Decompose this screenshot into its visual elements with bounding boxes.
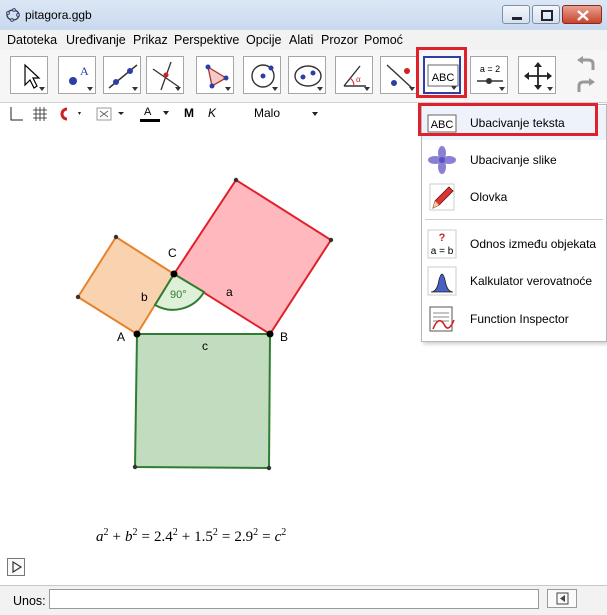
menu-item-pen[interactable]: Olovka xyxy=(422,180,606,214)
menu-item-function-inspector[interactable]: Function Inspector xyxy=(422,302,606,336)
title-bar: pitagora.ggb xyxy=(0,0,607,31)
angle-label: 90° xyxy=(170,289,187,301)
vertex-red-2[interactable] xyxy=(328,237,334,243)
italic-button[interactable]: K xyxy=(208,106,216,120)
point-label-a: A xyxy=(117,330,125,344)
font-size-select[interactable]: Malo xyxy=(254,105,324,123)
svg-text:α: α xyxy=(356,74,361,84)
move-graphics-tool-button[interactable] xyxy=(518,56,556,94)
undo-button[interactable] xyxy=(574,54,598,74)
vertex-red-1[interactable] xyxy=(233,177,239,183)
menu-item-insert-image[interactable]: Ubacivanje slike xyxy=(422,143,606,177)
text-color-button[interactable]: A xyxy=(140,105,174,123)
conic-tool-button[interactable] xyxy=(288,56,326,94)
input-label: Unos: xyxy=(13,594,46,608)
menu-perspektive[interactable]: Perspektive xyxy=(174,33,239,47)
input-field[interactable] xyxy=(49,589,539,609)
side-label-a: a xyxy=(226,285,233,299)
close-button[interactable] xyxy=(562,5,602,24)
angle-tool-button[interactable]: α xyxy=(335,56,373,94)
axes-icon[interactable] xyxy=(8,106,24,122)
play-button[interactable] xyxy=(7,558,25,576)
redo-icon xyxy=(577,78,595,92)
window-title: pitagora.ggb xyxy=(25,8,92,22)
image-flower-icon xyxy=(428,146,456,174)
vertex-orange-2[interactable] xyxy=(75,294,81,300)
chevron-down-icon xyxy=(163,111,169,115)
menu-alati[interactable]: Alati xyxy=(289,33,313,47)
vertex-green-1[interactable] xyxy=(266,465,272,471)
polygon-tool-button[interactable] xyxy=(196,56,234,94)
svg-text:A: A xyxy=(80,64,89,78)
pythagoras-formula: a2 + b2 = 2.42 +1.52 = 2.92 = c2 xyxy=(96,527,286,545)
menu-item-label: Odnos između objekata xyxy=(470,237,597,251)
square-on-side-b[interactable] xyxy=(76,235,176,336)
point-label-c: C xyxy=(168,246,177,260)
font-size-value: Malo xyxy=(254,106,281,120)
magnet-snap-icon[interactable] xyxy=(56,106,82,122)
bold-button[interactable]: M xyxy=(184,106,194,120)
perpendicular-tool-button[interactable] xyxy=(146,56,184,94)
point-style-icon[interactable] xyxy=(96,106,126,122)
pen-icon xyxy=(429,183,455,211)
menu-datoteka[interactable]: Datoteka xyxy=(7,33,57,47)
chevron-down-icon xyxy=(312,112,318,116)
play-icon xyxy=(12,560,23,574)
selected-item-highlight xyxy=(418,103,598,136)
geogebra-app-icon xyxy=(6,8,20,22)
undo-icon xyxy=(577,56,595,70)
point-tool-button[interactable]: A xyxy=(58,56,96,94)
svg-text:?: ? xyxy=(439,232,446,244)
text-color-swatch xyxy=(140,119,160,122)
menu-bar: Datoteka Uređivanje Prikaz Perspektive O… xyxy=(0,30,607,50)
minimize-button[interactable] xyxy=(502,5,530,24)
point-a[interactable] xyxy=(133,330,141,338)
square-on-side-a[interactable] xyxy=(172,178,333,336)
vertex-orange-1[interactable] xyxy=(113,234,119,240)
slider-tool-button[interactable]: a = 2 xyxy=(470,56,508,94)
square-on-side-c[interactable] xyxy=(133,333,272,470)
svg-text:a = 2: a = 2 xyxy=(480,64,500,74)
grid-icon[interactable] xyxy=(32,106,48,122)
side-label-b: b xyxy=(141,290,148,304)
menu-item-relation[interactable]: ? a = b Odnos između objekata xyxy=(422,227,606,261)
redo-button[interactable] xyxy=(574,76,598,96)
menu-prozor[interactable]: Prozor xyxy=(321,33,358,47)
input-bar: Unos: xyxy=(0,585,607,615)
menu-prikaz[interactable]: Prikaz xyxy=(133,33,168,47)
menu-item-label: Olovka xyxy=(470,190,508,204)
probability-icon xyxy=(427,266,457,296)
menu-uredivanje[interactable]: Uređivanje xyxy=(66,33,126,47)
point-label-b: B xyxy=(280,330,288,344)
text-tool-highlight xyxy=(416,47,467,98)
function-inspector-icon xyxy=(429,306,455,332)
menu-item-label: Kalkulator verovatnoće xyxy=(470,274,593,288)
menu-item-label: Function Inspector xyxy=(470,312,569,326)
reflect-tool-button[interactable] xyxy=(380,56,418,94)
line-tool-button[interactable] xyxy=(103,56,141,94)
menu-separator xyxy=(425,219,603,220)
point-b[interactable] xyxy=(266,330,274,338)
point-c[interactable] xyxy=(170,270,178,278)
text-tools-dropdown: ABC Ubacivanje teksta Ubacivanje slike O… xyxy=(421,104,607,342)
maximize-button[interactable] xyxy=(532,5,560,24)
svg-text:a = b: a = b xyxy=(431,246,454,257)
menu-pomoc[interactable]: Pomoć xyxy=(364,33,403,47)
vertex-green-2[interactable] xyxy=(132,464,138,470)
toolbar: A α ABC a = 2 xyxy=(0,47,607,103)
input-help-button[interactable] xyxy=(547,589,577,608)
toggle-left-icon xyxy=(556,592,569,605)
circle-tool-button[interactable] xyxy=(243,56,281,94)
menu-item-probability-calculator[interactable]: Kalkulator verovatnoće xyxy=(422,264,606,298)
move-tool-button[interactable] xyxy=(10,56,48,94)
text-color-letter: A xyxy=(144,106,152,118)
relation-icon: ? a = b xyxy=(427,229,457,259)
menu-opcije[interactable]: Opcije xyxy=(246,33,281,47)
side-label-c: c xyxy=(202,339,208,353)
menu-item-label: Ubacivanje slike xyxy=(470,153,557,167)
